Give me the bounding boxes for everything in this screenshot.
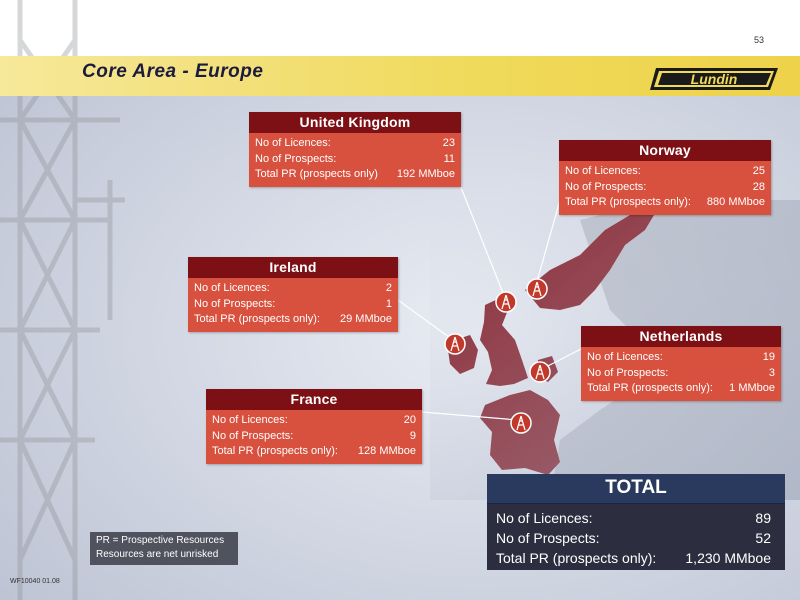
country-card-ireland: Ireland No of Licences: 2 No of Prospects… (188, 257, 398, 332)
card-row-total-pr: Total PR (prospects only) 192 MMboe (255, 168, 455, 180)
country-card-france: France No of Licences: 20 No of Prospects… (206, 389, 422, 464)
card-row-total-pr: Total PR (prospects only): 29 MMboe (194, 313, 392, 325)
card-row-licences: No of Licences: 2 (194, 282, 392, 294)
card-row-prospects: No of Prospects: 11 (255, 152, 455, 165)
total-row-prospects: No of Prospects: 52 (496, 530, 771, 546)
card-row-prospects: No of Prospects: 28 (565, 180, 765, 193)
card-row-licences: No of Licences: 23 (255, 137, 455, 149)
card-row-prospects: No of Prospects: 3 (587, 366, 775, 379)
page-number: 53 (753, 35, 764, 45)
map-pin-rig-icon[interactable] (510, 412, 532, 434)
card-row-total-pr: Total PR (prospects only): 1 MMboe (587, 382, 775, 394)
card-row-prospects: No of Prospects: 1 (194, 297, 392, 310)
legend-note: PR = Prospective Resources Resources are… (90, 532, 238, 565)
card-row-licences: No of Licences: 25 (565, 165, 765, 177)
map-pin-rig-icon[interactable] (526, 278, 548, 300)
legend-line-pr: PR = Prospective Resources (96, 535, 225, 546)
card-row-total-pr: Total PR (prospects only): 128 MMboe (212, 445, 416, 457)
total-row-total-pr: Total PR (prospects only): 1,230 MMboe (496, 550, 771, 566)
country-card-netherlands: Netherlands No of Licences: 19 No of Pros… (581, 326, 781, 401)
map-pin-rig-icon[interactable] (495, 291, 517, 313)
total-summary-box: TOTAL No of Licences: 89 No of Prospects:… (487, 474, 785, 570)
card-row-prospects: No of Prospects: 9 (212, 429, 416, 442)
card-title: Netherlands (581, 326, 781, 347)
map-pin-rig-icon[interactable] (444, 333, 466, 355)
map-pin-rig-icon[interactable] (529, 361, 551, 383)
card-title: Ireland (188, 257, 398, 278)
country-card-norway: Norway No of Licences: 25 No of Prospects… (559, 140, 771, 215)
card-title: France (206, 389, 422, 410)
legend-line-unrisked: Resources are net unrisked (96, 549, 219, 560)
logo-text: Lundin (691, 71, 738, 87)
footer-code: WF10040 01.08 (10, 578, 60, 585)
card-row-total-pr: Total PR (prospects only): 880 MMboe (565, 196, 765, 208)
card-row-licences: No of Licences: 20 (212, 414, 416, 426)
card-title: Norway (559, 140, 771, 161)
page-title: Core Area - Europe (82, 61, 264, 82)
card-row-licences: No of Licences: 19 (587, 351, 775, 363)
country-card-united-kingdom: United Kingdom No of Licences: 23 No of P… (249, 112, 461, 187)
total-heading: TOTAL (487, 474, 785, 504)
total-row-licences: No of Licences: 89 (496, 510, 771, 526)
lundin-logo: Lundin (650, 68, 778, 90)
card-title: United Kingdom (249, 112, 461, 133)
